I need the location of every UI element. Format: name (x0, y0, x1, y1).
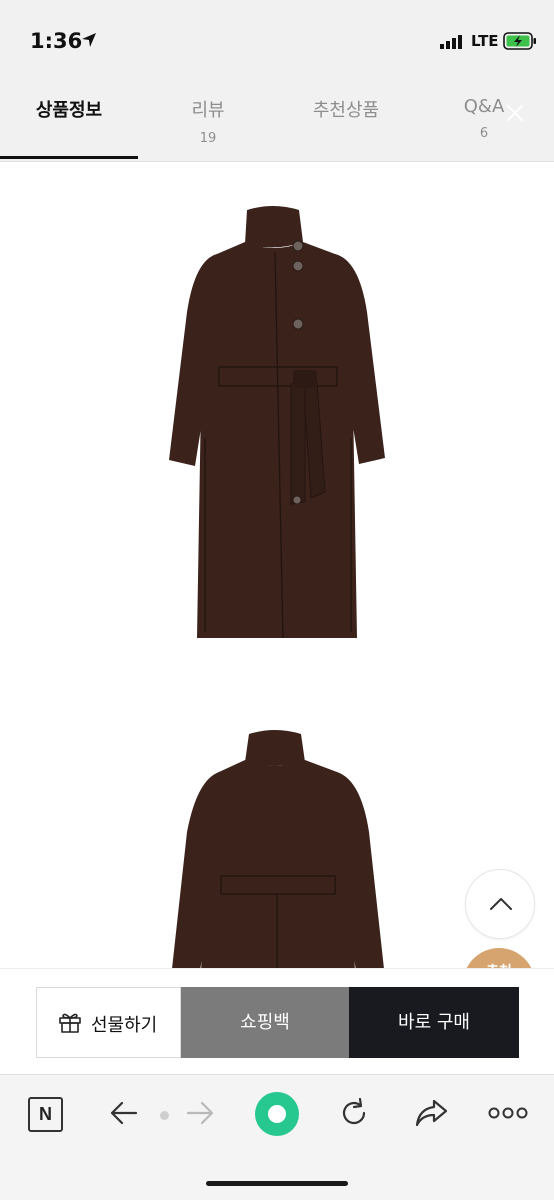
gift-label: 선물하기 (91, 1015, 158, 1036)
status-time: 1:36 (30, 29, 83, 53)
tab-count: 19 (199, 131, 217, 146)
gift-icon (59, 1013, 81, 1033)
share-icon[interactable] (414, 1097, 450, 1129)
home-indicator (206, 1181, 348, 1186)
tab-label: 상품정보 (35, 100, 103, 121)
naver-home-icon[interactable]: N (28, 1097, 63, 1132)
shopping-bag-button[interactable]: 쇼핑백 (181, 987, 349, 1058)
chevron-up-icon (490, 898, 512, 910)
purchase-bar: 선물하기 쇼핑백 바로 구매 (0, 968, 554, 1074)
top-header: 1:36 LTE 상품정보 리뷰 19 추천상품 Q&A 6 (0, 0, 554, 162)
green-dot-menu-icon[interactable] (255, 1092, 299, 1136)
tab-qna[interactable]: Q&A 6 (424, 96, 544, 141)
battery-charging-icon (503, 32, 536, 50)
tab-recommended[interactable]: 추천상품 (286, 96, 406, 131)
page-dot-indicator (160, 1111, 169, 1120)
coat-back-image (172, 730, 384, 968)
tab-label: 추천상품 (312, 100, 380, 121)
more-options-icon[interactable] (488, 1107, 528, 1119)
scroll-to-top-button[interactable] (465, 869, 535, 939)
refresh-icon[interactable] (338, 1097, 370, 1129)
recommended-products-button[interactable]: 추천 상품 (463, 948, 535, 968)
network-type: LTE (471, 32, 499, 50)
signal-icon (440, 35, 462, 49)
coat-front-image (169, 206, 385, 639)
tab-product-info[interactable]: 상품정보 (9, 96, 129, 131)
location-arrow-icon (82, 33, 96, 47)
forward-arrow-icon[interactable] (184, 1099, 216, 1127)
tab-review[interactable]: 리뷰 19 (148, 96, 268, 146)
gift-button[interactable]: 선물하기 (36, 987, 181, 1058)
close-icon[interactable] (504, 102, 526, 124)
tab-label: 리뷰 (191, 100, 225, 121)
product-image-area: 추천 상품 (0, 162, 554, 968)
status-bar: 1:36 LTE (0, 0, 554, 84)
tab-count: 6 (479, 126, 489, 141)
buy-now-button[interactable]: 바로 구매 (349, 987, 519, 1058)
active-tab-indicator (0, 156, 138, 159)
back-arrow-icon[interactable] (108, 1099, 140, 1127)
product-tabs: 상품정보 리뷰 19 추천상품 Q&A 6 (0, 84, 554, 162)
tab-label: Q&A (463, 96, 505, 117)
